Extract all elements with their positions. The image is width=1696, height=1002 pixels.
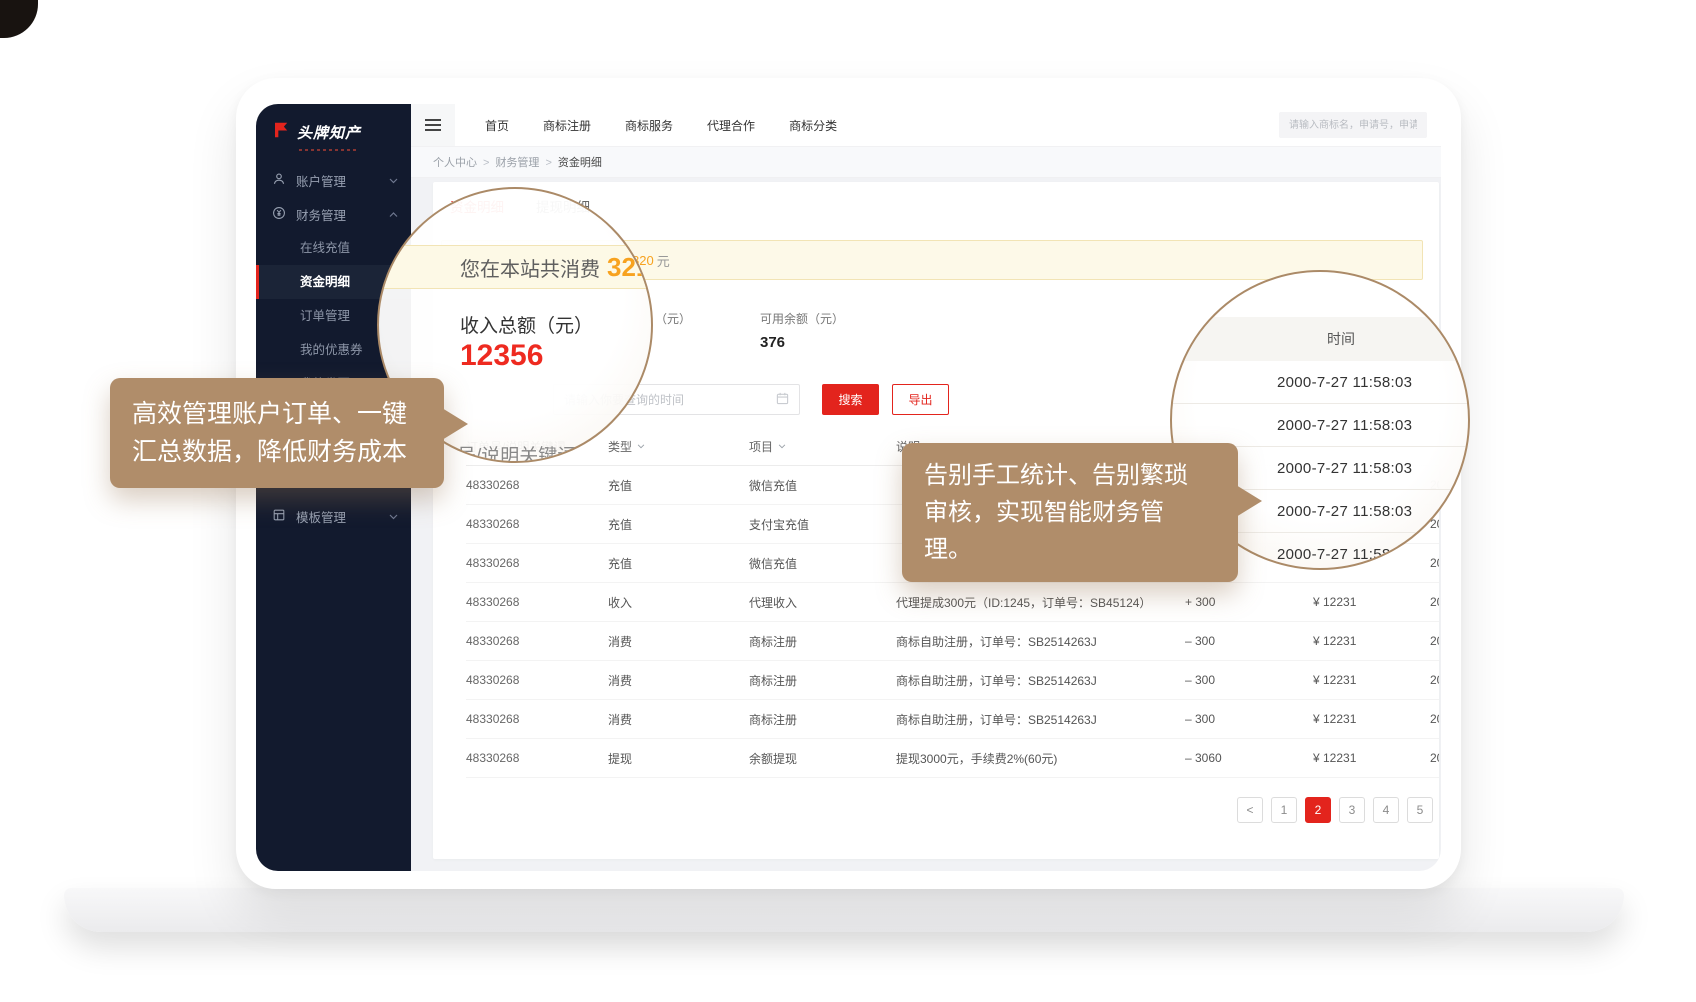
logo: 头牌知产 <box>256 104 411 163</box>
breadcrumb-fund-details: 资金明细 <box>558 154 602 170</box>
callout-arrow-right-icon <box>442 408 468 440</box>
breadcrumb-personal-center[interactable]: 个人中心 <box>433 154 489 170</box>
sidebar-item-finance[interactable]: 财务管理 <box>256 197 411 231</box>
chevron-down-icon <box>389 173 398 187</box>
template-icon <box>272 508 286 525</box>
table-row[interactable]: 48330268消费商标注册商标自助注册，订单号：SB2514263J– 300… <box>466 661 1439 700</box>
pagination-page-5[interactable]: 5 <box>1407 797 1433 823</box>
breadcrumb: 个人中心 财务管理 资金明细 <box>411 146 1441 178</box>
laptop-base <box>64 888 1624 932</box>
logo-subtext-decoration <box>299 149 357 151</box>
callout-right-line1: 告别手工统计、告别繁琐 <box>924 457 1216 494</box>
callout-right-line3: 理。 <box>924 531 1216 568</box>
top-navigation: 首页 商标注册 商标服务 代理合作 商标分类 <box>411 104 1441 146</box>
search-button[interactable]: 搜索 <box>822 384 879 415</box>
sidebar-item-label: 账户管理 <box>296 171 346 190</box>
pagination-page-3[interactable]: 3 <box>1339 797 1365 823</box>
trademark-search-input[interactable] <box>1279 112 1427 138</box>
finance-yuan-icon <box>272 206 286 223</box>
pagination-page-4[interactable]: 4 <box>1373 797 1399 823</box>
user-icon <box>272 172 286 189</box>
available-balance-value: 376 <box>760 334 844 351</box>
time-value: 2000-7-27 11:58:03 <box>1172 404 1468 447</box>
available-balance-stat: 可用余额（元） 376 <box>760 310 844 351</box>
magnified-consumption-banner: 您在本站共消费 32124 大 <box>377 245 653 289</box>
callout-left: 高效管理账户订单、一键 汇总数据，降低财务成本 <box>110 378 444 488</box>
banner-suffix-unit: 元 <box>657 251 670 270</box>
chevron-down-icon <box>637 444 645 449</box>
callout-left-line1: 高效管理账户订单、一键 <box>132 395 422 433</box>
sidebar-item-label: 财务管理 <box>296 205 346 224</box>
nav-item-home[interactable]: 首页 <box>485 117 509 134</box>
sidebar-item-template-management[interactable]: 模板管理 <box>256 499 411 533</box>
logo-text: 头牌知产 <box>297 122 361 143</box>
callout-right-line2: 审核，实现智能财务管 <box>924 494 1216 531</box>
export-button[interactable]: 导出 <box>892 384 949 415</box>
available-balance-label: 可用余额（元） <box>760 312 844 326</box>
banner-prefix: 您在本站共消费 <box>460 253 600 282</box>
magnified-time-header: 时间 <box>1172 317 1468 361</box>
pagination-page-1[interactable]: 1 <box>1271 797 1297 823</box>
corner-decoration <box>0 0 38 38</box>
pagination: < 1 2 3 4 5 <box>1237 797 1433 823</box>
logo-flag-icon <box>270 120 290 145</box>
table-row[interactable]: 48330268收入代理收入代理提成300元（ID:1245，订单号：SB451… <box>466 583 1439 622</box>
nav-item-agency-cooperation[interactable]: 代理合作 <box>707 117 755 134</box>
callout-arrow-right-icon <box>1236 485 1262 517</box>
time-value: 2000-7-27 11:58:03 <box>1172 361 1468 404</box>
hamburger-menu-icon[interactable] <box>411 104 455 146</box>
sidebar-item-account[interactable]: 账户管理 <box>256 163 411 197</box>
income-total-label: 收入总额（元） <box>460 311 593 338</box>
chevron-down-icon <box>389 509 398 523</box>
header-type[interactable]: 类型 <box>608 438 749 455</box>
callout-left-line2: 汇总数据，降低财务成本 <box>132 433 422 471</box>
expense-label-fragment: （元） <box>655 310 691 327</box>
banner-total-number: 32124 <box>607 252 653 283</box>
breadcrumb-finance[interactable]: 财务管理 <box>495 154 551 170</box>
table-row[interactable]: 48330268提现余额提现提现3000元，手续费2%(60元)– 3060¥ … <box>466 739 1439 778</box>
chevron-down-icon <box>778 444 786 449</box>
pagination-page-2-active[interactable]: 2 <box>1305 797 1331 823</box>
sidebar-item-label: 模板管理 <box>296 507 346 526</box>
card-tabs: 资金明细 提现明细 <box>450 196 1439 216</box>
pagination-prev-button[interactable]: < <box>1237 797 1263 823</box>
primary-nav: 首页 商标注册 商标服务 代理合作 商标分类 <box>485 117 837 134</box>
header-project[interactable]: 项目 <box>749 438 896 455</box>
callout-right: 告别手工统计、告别繁琐 审核，实现智能财务管 理。 <box>902 443 1238 582</box>
nav-item-trademark-register[interactable]: 商标注册 <box>543 117 591 134</box>
nav-item-trademark-category[interactable]: 商标分类 <box>789 117 837 134</box>
income-total-value: 12356 <box>460 339 543 373</box>
chevron-up-icon <box>389 207 398 221</box>
table-row[interactable]: 48330268消费商标注册商标自助注册，订单号：SB2514263J– 300… <box>466 622 1439 661</box>
nav-item-trademark-service[interactable]: 商标服务 <box>625 117 673 134</box>
table-row[interactable]: 48330268消费商标注册商标自助注册，订单号：SB2514263J– 300… <box>466 700 1439 739</box>
calendar-icon <box>776 392 789 408</box>
